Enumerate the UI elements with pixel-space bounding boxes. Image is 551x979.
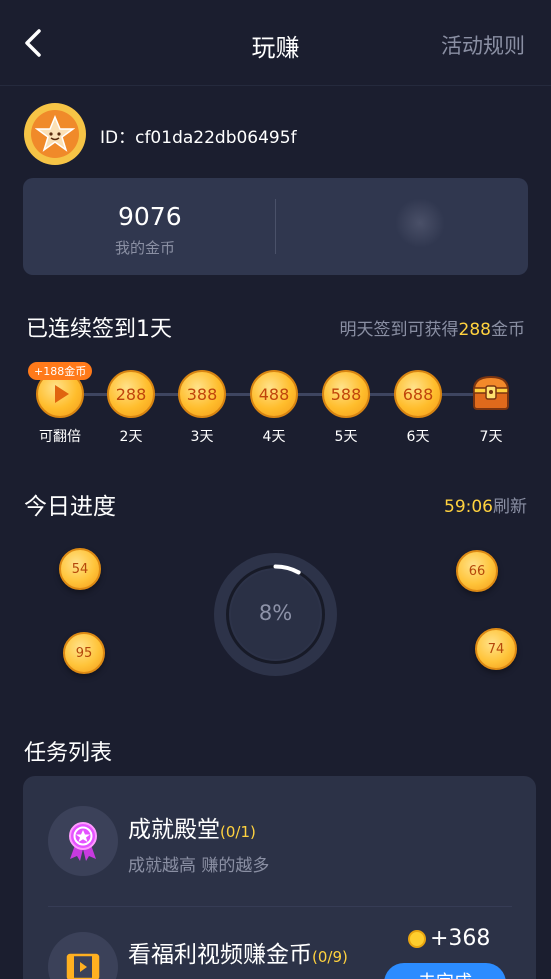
coin-amount: 9076 xyxy=(118,202,182,231)
play-icon xyxy=(55,385,69,403)
header-bar: 玩赚 活动规则 xyxy=(0,0,551,86)
task-name-video[interactable]: 看福利视频赚金币(0/9) xyxy=(128,935,348,969)
signin-day-label: 2天 xyxy=(119,429,143,445)
activity-rules-link[interactable]: 活动规则 xyxy=(441,30,525,60)
signin-day-label: 可翻倍 xyxy=(39,429,81,445)
coin-bubble[interactable]: 54 xyxy=(59,548,101,590)
coin-bubble[interactable]: 66 xyxy=(456,550,498,592)
task-name-achievement[interactable]: 成就殿堂(0/1) xyxy=(128,810,256,844)
signin-day-label: 4天 xyxy=(262,429,286,445)
task-reward: +368 xyxy=(408,926,490,951)
signin-day-5[interactable]: 588 xyxy=(322,370,370,418)
signin-day-label: 5天 xyxy=(334,429,358,445)
user-id: ID：cf01da22db06495f xyxy=(100,128,297,148)
coin-bubble[interactable]: 95 xyxy=(63,632,105,674)
signin-day-label: 3天 xyxy=(190,429,214,445)
signin-day-label: 6天 xyxy=(406,429,430,445)
go-complete-button[interactable]: 去完成 xyxy=(384,963,506,979)
blurred-item xyxy=(395,198,445,248)
signin-day-4[interactable]: 488 xyxy=(250,370,298,418)
progress-percent: 8% xyxy=(258,601,293,625)
star-icon xyxy=(31,110,79,158)
coin-bubble[interactable]: 74 xyxy=(475,628,517,670)
task-list-title: 任务列表 xyxy=(24,741,113,766)
avatar[interactable] xyxy=(24,103,86,165)
today-progress-title: 今日进度 xyxy=(24,494,116,520)
treasure-chest-icon[interactable] xyxy=(470,372,512,414)
task-divider xyxy=(48,906,512,907)
signin-day-3[interactable]: 388 xyxy=(178,370,226,418)
refresh-countdown[interactable]: 59:06刷新 xyxy=(444,492,527,517)
bonus-badge: +188金币 xyxy=(28,362,93,380)
coin-divider xyxy=(275,199,276,254)
signin-day-6[interactable]: 688 xyxy=(394,370,442,418)
coin-icon xyxy=(408,929,426,948)
medal-icon xyxy=(48,806,118,876)
signin-day-label: 7天 xyxy=(479,429,503,445)
coin-label: 我的金币 xyxy=(115,239,176,257)
task-progress: (0/1) xyxy=(220,823,256,841)
task-description: 成就越高 赚的越多 xyxy=(128,856,270,876)
task-progress: (0/9) xyxy=(312,948,348,966)
signin-day-2[interactable]: 288 xyxy=(107,370,155,418)
signin-title: 已连续签到1天 xyxy=(26,317,172,342)
signin-tip: 明天签到可获得288金币 xyxy=(339,320,525,340)
